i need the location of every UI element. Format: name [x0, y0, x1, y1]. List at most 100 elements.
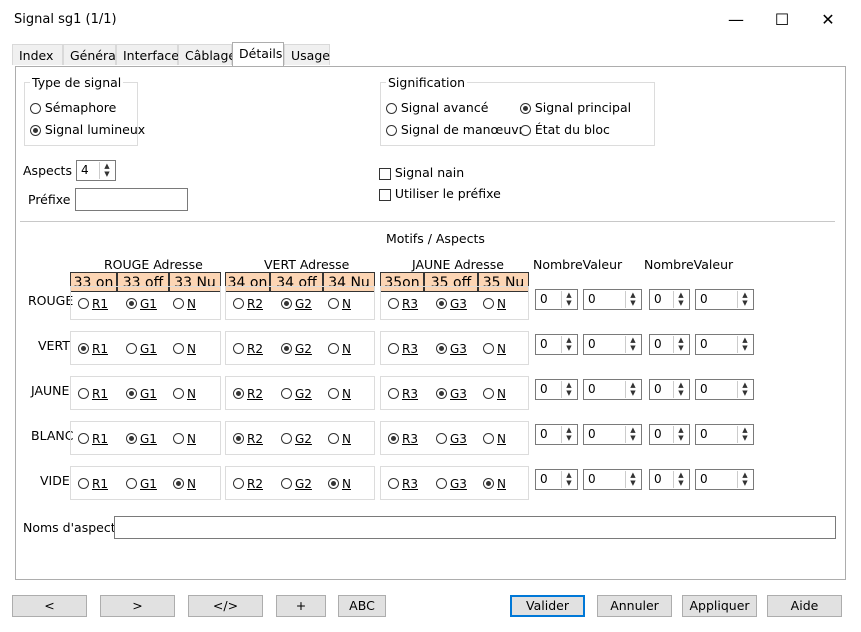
- abc-button[interactable]: ABC: [338, 595, 386, 617]
- radio-unchecked[interactable]: [436, 478, 447, 489]
- next-button[interactable]: >: [100, 595, 175, 617]
- semaphore-radio[interactable]: Sémaphore: [30, 100, 116, 115]
- aspect-option-radio[interactable]: R3: [388, 476, 418, 491]
- radio-checked[interactable]: [233, 433, 244, 444]
- spin-down-icon[interactable]: ▼: [674, 299, 688, 307]
- radio-unchecked[interactable]: [388, 388, 399, 399]
- aspect-option-radio[interactable]: G1: [126, 386, 157, 401]
- nombre-valeur-spinner[interactable]: 0 ▲ ▼: [535, 334, 578, 355]
- aspect-option-radio[interactable]: N: [483, 296, 506, 311]
- radio-unchecked[interactable]: [328, 343, 339, 354]
- radio-checked[interactable]: [78, 343, 89, 354]
- radio-unchecked[interactable]: [386, 125, 397, 136]
- radio-unchecked[interactable]: [78, 298, 89, 309]
- aspect-option-radio[interactable]: G2: [281, 431, 312, 446]
- spin-down-icon[interactable]: ▼: [738, 479, 752, 487]
- aspect-option-radio[interactable]: N: [483, 476, 506, 491]
- tab-usage[interactable]: Usage: [284, 44, 330, 65]
- spin-down-icon[interactable]: ▼: [626, 434, 640, 442]
- radio-checked[interactable]: [483, 478, 494, 489]
- aspect-option-radio[interactable]: N: [173, 476, 196, 491]
- aspect-option-radio[interactable]: R2: [233, 341, 263, 356]
- noms-aspect-input[interactable]: [114, 516, 836, 539]
- aspect-option-radio[interactable]: G2: [281, 296, 312, 311]
- radio-unchecked[interactable]: [483, 388, 494, 399]
- radio-unchecked[interactable]: [173, 433, 184, 444]
- radio-checked[interactable]: [173, 478, 184, 489]
- aspect-option-radio[interactable]: G1: [126, 476, 157, 491]
- aspect-option-radio[interactable]: G1: [126, 296, 157, 311]
- spinner-arrows[interactable]: ▲ ▼: [625, 381, 640, 398]
- aspect-option-radio[interactable]: G1: [126, 341, 157, 356]
- spinner-arrows[interactable]: ▲ ▼: [737, 336, 752, 353]
- spin-up-icon[interactable]: ▲: [674, 336, 688, 344]
- spinner-arrows[interactable]: ▲ ▼: [737, 426, 752, 443]
- nombre-valeur-spinner[interactable]: 0 ▲ ▼: [583, 289, 642, 310]
- nombre-valeur-spinner[interactable]: 0 ▲ ▼: [695, 334, 754, 355]
- annuler-button[interactable]: Annuler: [597, 595, 672, 617]
- spin-up-icon[interactable]: ▲: [674, 291, 688, 299]
- aspect-option-radio[interactable]: N: [328, 431, 351, 446]
- spinner-arrows[interactable]: ▲ ▼: [561, 426, 576, 443]
- spin-down-icon[interactable]: ▼: [626, 299, 640, 307]
- aspect-option-radio[interactable]: R3: [388, 341, 418, 356]
- aspect-option-radio[interactable]: R2: [233, 386, 263, 401]
- spin-up-icon[interactable]: ▲: [738, 291, 752, 299]
- aspect-option-radio[interactable]: R2: [233, 296, 263, 311]
- spin-up-icon[interactable]: ▲: [738, 426, 752, 434]
- radio-unchecked[interactable]: [173, 388, 184, 399]
- spin-up-icon[interactable]: ▲: [562, 381, 576, 389]
- tab-details[interactable]: Détails: [232, 42, 284, 66]
- radio-unchecked[interactable]: [436, 433, 447, 444]
- radio-unchecked[interactable]: [126, 478, 137, 489]
- spinner-arrows[interactable]: ▲ ▼: [625, 471, 640, 488]
- spin-up-icon[interactable]: ▲: [626, 336, 640, 344]
- nombre-valeur-spinner[interactable]: 0 ▲ ▼: [583, 469, 642, 490]
- spin-down-icon[interactable]: ▼: [562, 479, 576, 487]
- aspect-option-radio[interactable]: R1: [78, 296, 108, 311]
- previous-button[interactable]: <: [12, 595, 87, 617]
- maximize-icon[interactable]: ☐: [759, 6, 805, 34]
- signal-lumineux-radio[interactable]: Signal lumineux: [30, 122, 145, 137]
- radio-unchecked[interactable]: [483, 298, 494, 309]
- spin-down-icon[interactable]: ▼: [738, 389, 752, 397]
- nombre-valeur-spinner[interactable]: 0 ▲ ▼: [649, 424, 690, 445]
- signal-nain-checkbox[interactable]: Signal nain: [379, 165, 464, 180]
- nombre-valeur-spinner[interactable]: 0 ▲ ▼: [649, 289, 690, 310]
- spinner-arrows[interactable]: ▲ ▼: [737, 291, 752, 308]
- nombre-valeur-spinner[interactable]: 0 ▲ ▼: [695, 289, 754, 310]
- aspect-option-radio[interactable]: R1: [78, 341, 108, 356]
- spin-up-icon[interactable]: ▲: [562, 336, 576, 344]
- spin-down-icon[interactable]: ▼: [626, 344, 640, 352]
- spin-up-icon[interactable]: ▲: [674, 471, 688, 479]
- radio-unchecked[interactable]: [173, 298, 184, 309]
- radio-checked[interactable]: [328, 478, 339, 489]
- nombre-valeur-spinner[interactable]: 0 ▲ ▼: [583, 379, 642, 400]
- spin-up-icon[interactable]: ▲: [626, 291, 640, 299]
- aspect-option-radio[interactable]: N: [483, 431, 506, 446]
- radio-checked[interactable]: [281, 343, 292, 354]
- etat-bloc-radio[interactable]: État du bloc: [520, 122, 610, 137]
- tab-index[interactable]: Index: [12, 44, 63, 65]
- spin-down-icon[interactable]: ▼: [562, 389, 576, 397]
- radio-checked[interactable]: [233, 388, 244, 399]
- radio-checked[interactable]: [388, 433, 399, 444]
- signal-manoeuvre-radio[interactable]: Signal de manœuvre: [386, 122, 531, 137]
- radio-unchecked[interactable]: [328, 388, 339, 399]
- spin-up-icon[interactable]: ▲: [562, 291, 576, 299]
- radio-checked[interactable]: [126, 298, 137, 309]
- spinner-arrows[interactable]: ▲ ▼: [737, 471, 752, 488]
- spin-up-icon[interactable]: ▲: [626, 471, 640, 479]
- tab-interface[interactable]: Interface: [116, 44, 179, 65]
- aspect-option-radio[interactable]: N: [173, 341, 196, 356]
- spin-down-icon[interactable]: ▼: [674, 344, 688, 352]
- aspect-option-radio[interactable]: G3: [436, 341, 467, 356]
- spin-down-icon[interactable]: ▼: [562, 299, 576, 307]
- nombre-valeur-spinner[interactable]: 0 ▲ ▼: [583, 424, 642, 445]
- spin-up-icon[interactable]: ▲: [674, 426, 688, 434]
- aide-button[interactable]: Aide: [767, 595, 842, 617]
- nombre-valeur-spinner[interactable]: 0 ▲ ▼: [649, 379, 690, 400]
- radio-checked[interactable]: [126, 388, 137, 399]
- spin-down-icon[interactable]: ▼: [562, 434, 576, 442]
- radio-unchecked[interactable]: [173, 343, 184, 354]
